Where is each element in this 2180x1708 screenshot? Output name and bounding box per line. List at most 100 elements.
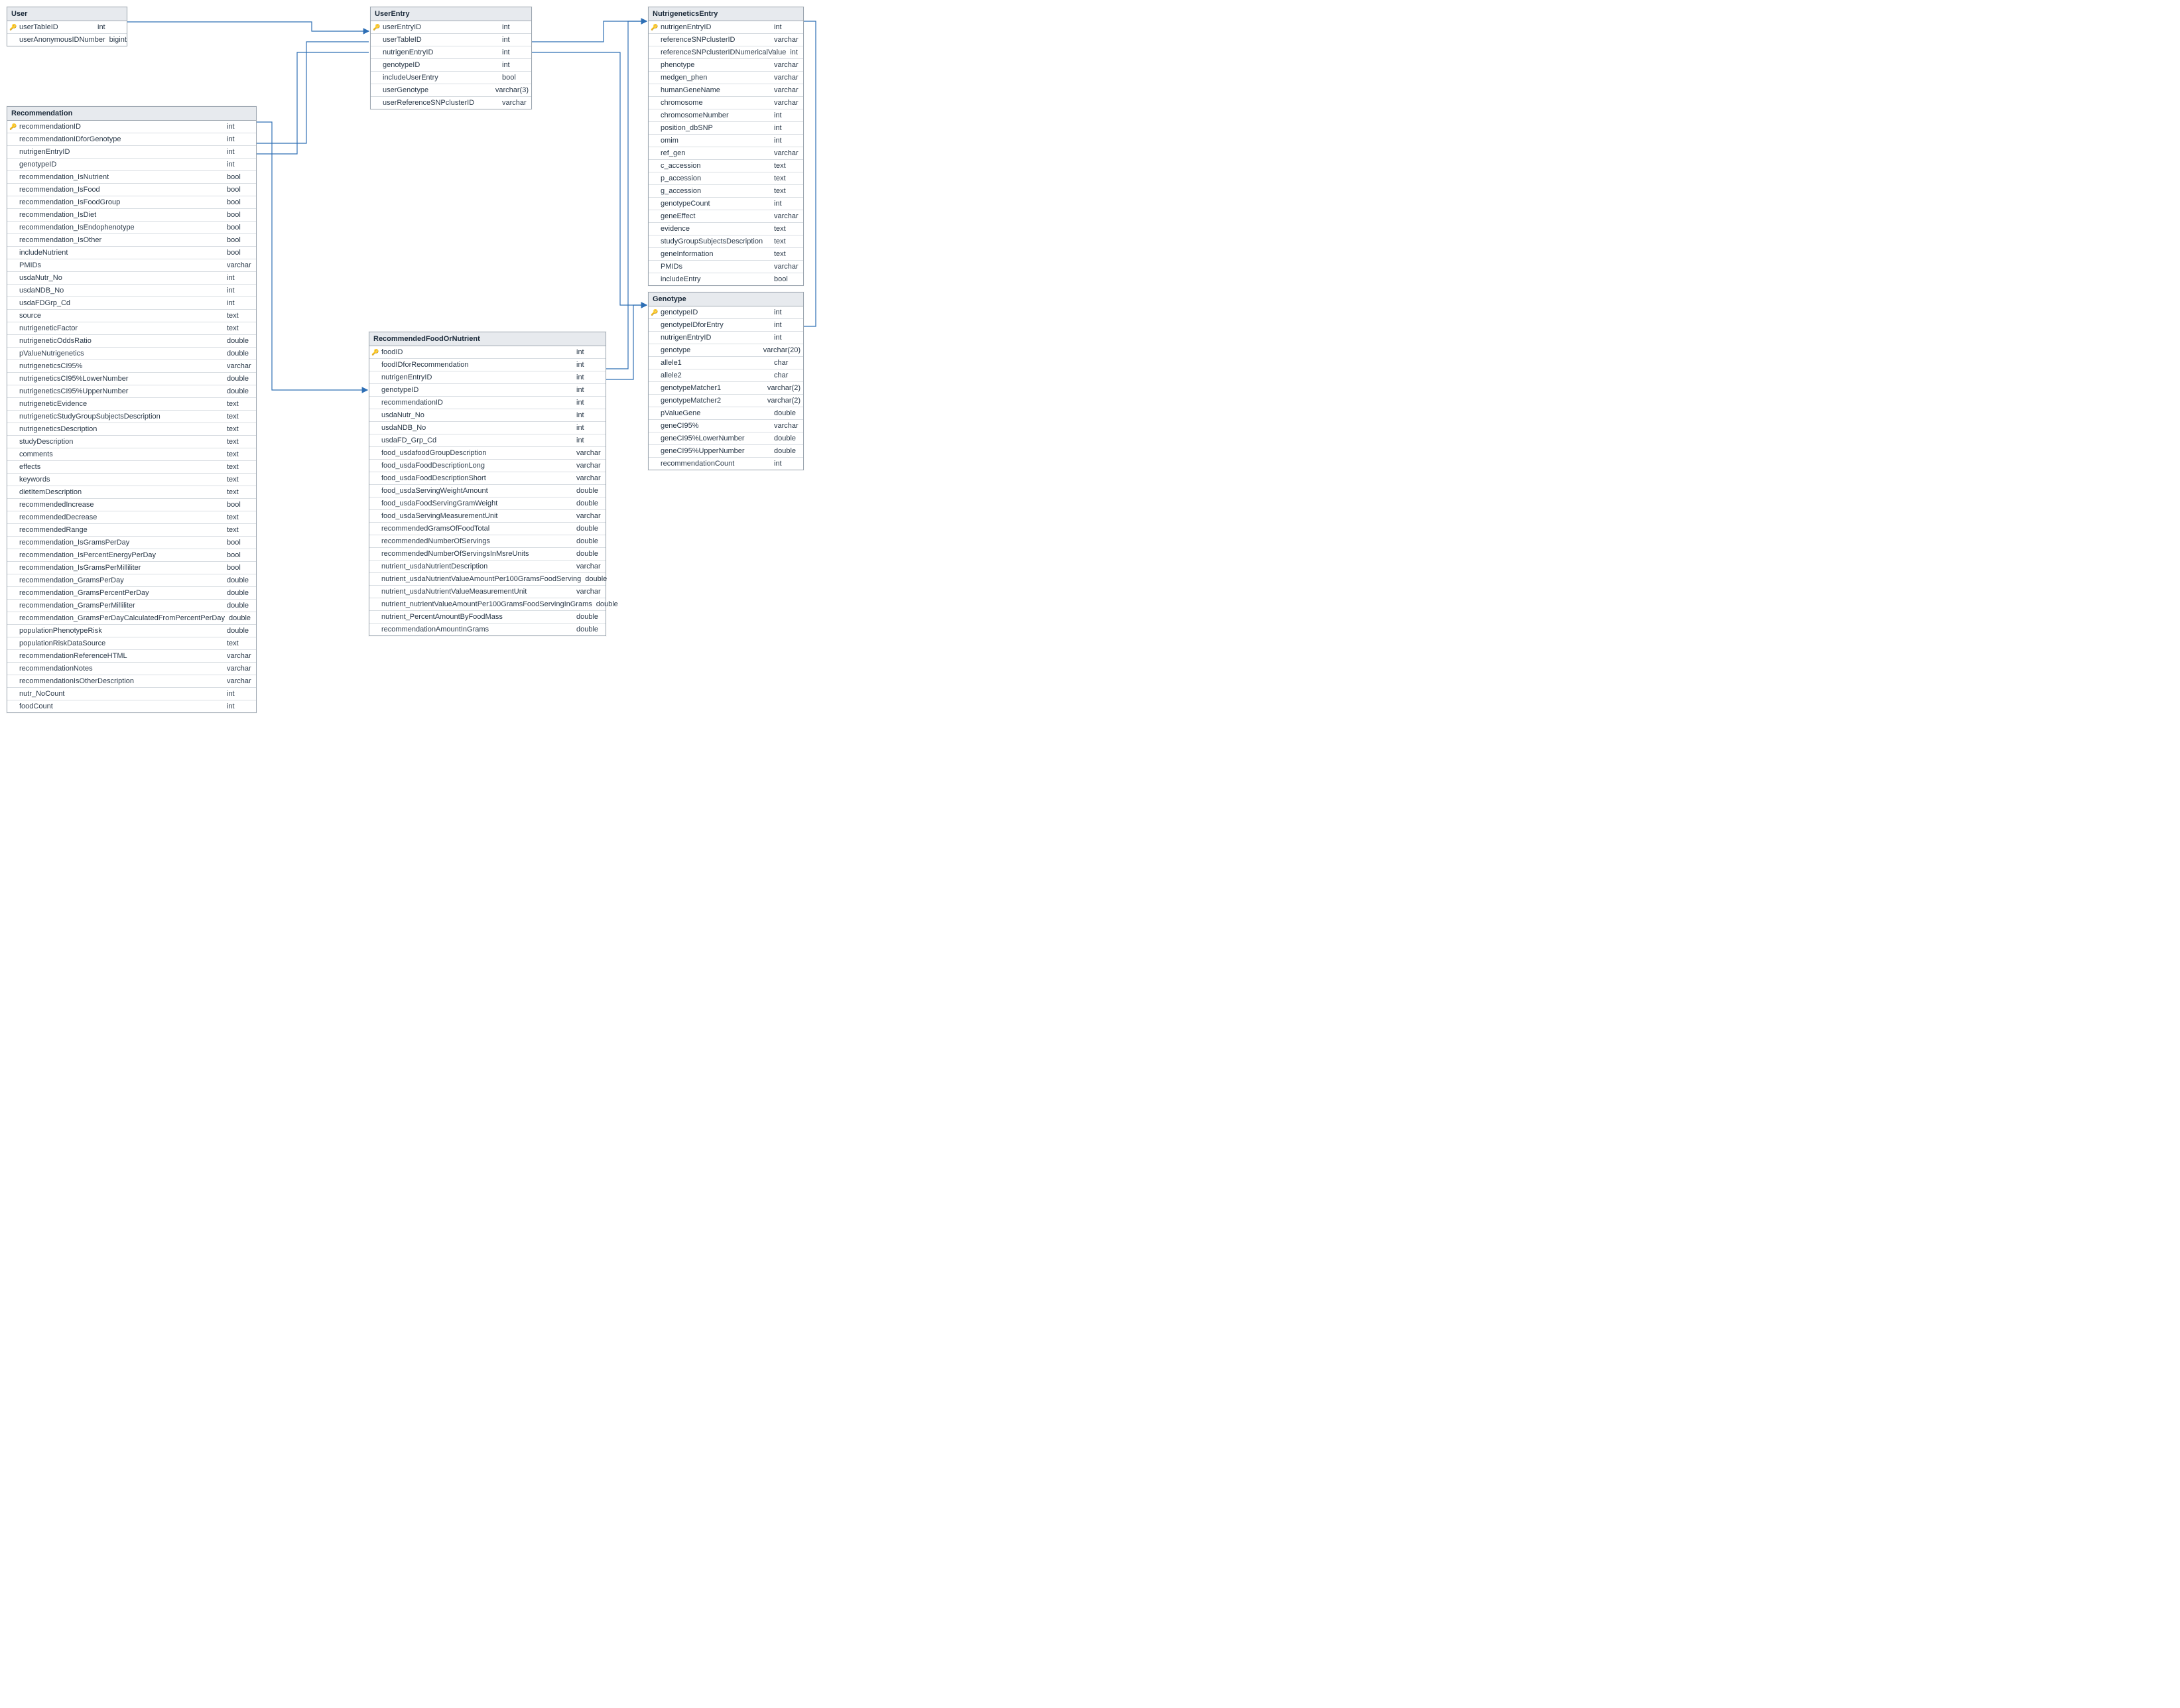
field-row[interactable]: commentstext	[7, 448, 256, 461]
field-row[interactable]: recommendationCountint	[649, 458, 803, 470]
field-row[interactable]: foodCountint	[7, 700, 256, 712]
entity-header[interactable]: User	[7, 7, 127, 21]
field-row[interactable]: nutrient_usdaNutrientValueMeasurementUni…	[369, 586, 606, 598]
field-row[interactable]: genotypevarchar(20)	[649, 344, 803, 357]
field-row[interactable]: usdaNutr_Noint	[7, 272, 256, 285]
field-row[interactable]: userTableIDint	[371, 34, 531, 46]
entity-header[interactable]: Genotype	[649, 293, 803, 306]
field-row[interactable]: 🔑genotypeIDint	[649, 306, 803, 319]
field-row[interactable]: nutrigeneticEvidencetext	[7, 398, 256, 411]
field-row[interactable]: nutrigenEntryIDint	[7, 146, 256, 159]
field-row[interactable]: nutrigeneticsCI95%UpperNumberdouble	[7, 385, 256, 398]
entity-userEntry[interactable]: UserEntry🔑userEntryIDintuserTableIDintnu…	[370, 7, 532, 109]
field-row[interactable]: evidencetext	[649, 223, 803, 235]
field-row[interactable]: 🔑userTableIDint	[7, 21, 127, 34]
field-row[interactable]: nutrigenEntryIDint	[649, 332, 803, 344]
field-row[interactable]: geneCI95%UpperNumberdouble	[649, 445, 803, 458]
field-row[interactable]: food_usdaFoodServingGramWeightdouble	[369, 497, 606, 510]
field-row[interactable]: recommendation_GramsPerMilliliterdouble	[7, 600, 256, 612]
field-row[interactable]: food_usdafoodGroupDescriptionvarchar	[369, 447, 606, 460]
field-row[interactable]: nutrigeneticsCI95%LowerNumberdouble	[7, 373, 256, 385]
field-row[interactable]: genotypeIDint	[7, 159, 256, 171]
field-row[interactable]: allele1char	[649, 357, 803, 369]
field-row[interactable]: genotypeCountint	[649, 198, 803, 210]
field-row[interactable]: pValueNutrigeneticsdouble	[7, 348, 256, 360]
field-row[interactable]: includeNutrientbool	[7, 247, 256, 259]
field-row[interactable]: nutrigenEntryIDint	[369, 371, 606, 384]
field-row[interactable]: nutrigeneticsDescriptiontext	[7, 423, 256, 436]
field-row[interactable]: referenceSNPclusterIDvarchar	[649, 34, 803, 46]
field-row[interactable]: recommendedNumberOfServingsInMsreUnitsdo…	[369, 548, 606, 560]
field-row[interactable]: nutrigeneticOddsRatiodouble	[7, 335, 256, 348]
field-row[interactable]: 🔑foodIDint	[369, 346, 606, 359]
entity-genotype[interactable]: Genotype🔑genotypeIDintgenotypeIDforEntry…	[648, 292, 804, 470]
field-row[interactable]: recommendationIDint	[369, 397, 606, 409]
field-row[interactable]: humanGeneNamevarchar	[649, 84, 803, 97]
field-row[interactable]: keywordstext	[7, 474, 256, 486]
field-row[interactable]: referenceSNPclusterIDNumericalValueint	[649, 46, 803, 59]
field-row[interactable]: recommendedIncreasebool	[7, 499, 256, 511]
field-row[interactable]: nutrigenEntryIDint	[371, 46, 531, 59]
field-row[interactable]: position_dbSNPint	[649, 122, 803, 135]
field-row[interactable]: recommendation_IsFoodGroupbool	[7, 196, 256, 209]
field-row[interactable]: studyGroupSubjectsDescriptiontext	[649, 235, 803, 248]
field-row[interactable]: nutrient_nutrientValueAmountPer100GramsF…	[369, 598, 606, 611]
field-row[interactable]: recommendedGramsOfFoodTotaldouble	[369, 523, 606, 535]
field-row[interactable]: recommendation_GramsPerDaydouble	[7, 574, 256, 587]
field-row[interactable]: recommendedDecreasetext	[7, 511, 256, 524]
field-row[interactable]: 🔑userEntryIDint	[371, 21, 531, 34]
field-row[interactable]: studyDescriptiontext	[7, 436, 256, 448]
field-row[interactable]: geneCI95%varchar	[649, 420, 803, 432]
field-row[interactable]: recommendationIDforGenotypeint	[7, 133, 256, 146]
field-row[interactable]: recommendation_IsNutrientbool	[7, 171, 256, 184]
field-row[interactable]: recommendation_GramsPercentPerDaydouble	[7, 587, 256, 600]
field-row[interactable]: recommendation_IsFoodbool	[7, 184, 256, 196]
field-row[interactable]: recommendation_IsDietbool	[7, 209, 256, 222]
field-row[interactable]: allele2char	[649, 369, 803, 382]
field-row[interactable]: recommendationAmountInGramsdouble	[369, 624, 606, 635]
entity-header[interactable]: UserEntry	[371, 7, 531, 21]
field-row[interactable]: foodIDforRecommendationint	[369, 359, 606, 371]
field-row[interactable]: genotypeMatcher1varchar(2)	[649, 382, 803, 395]
field-row[interactable]: g_accessiontext	[649, 185, 803, 198]
field-row[interactable]: recommendedNumberOfServingsdouble	[369, 535, 606, 548]
field-row[interactable]: c_accessiontext	[649, 160, 803, 172]
field-row[interactable]: usdaNDB_Noint	[369, 422, 606, 434]
entity-recommendation[interactable]: Recommendation🔑recommendationIDintrecomm…	[7, 106, 257, 713]
field-row[interactable]: userReferenceSNPclusterIDvarchar	[371, 97, 531, 109]
field-row[interactable]: usdaFDGrp_Cdint	[7, 297, 256, 310]
field-row[interactable]: includeEntrybool	[649, 273, 803, 285]
field-row[interactable]: recommendation_IsPercentEnergyPerDaybool	[7, 549, 256, 562]
field-row[interactable]: genotypeIDforEntryint	[649, 319, 803, 332]
field-row[interactable]: genotypeMatcher2varchar(2)	[649, 395, 803, 407]
field-row[interactable]: includeUserEntrybool	[371, 72, 531, 84]
field-row[interactable]: food_usdaServingWeightAmountdouble	[369, 485, 606, 497]
field-row[interactable]: nutrient_usdaNutrientValueAmountPer100Gr…	[369, 573, 606, 586]
entity-header[interactable]: Recommendation	[7, 107, 256, 121]
entity-header[interactable]: NutrigeneticsEntry	[649, 7, 803, 21]
field-row[interactable]: userAnonymousIDNumberbigint	[7, 34, 127, 46]
entity-header[interactable]: RecommendedFoodOrNutrient	[369, 332, 606, 346]
field-row[interactable]: PMIDsvarchar	[649, 261, 803, 273]
field-row[interactable]: food_usdaServingMeasurementUnitvarchar	[369, 510, 606, 523]
field-row[interactable]: nutrient_PercentAmountByFoodMassdouble	[369, 611, 606, 624]
field-row[interactable]: nutrient_usdaNutrientDescriptionvarchar	[369, 560, 606, 573]
field-row[interactable]: recommendation_IsGramsPerDaybool	[7, 537, 256, 549]
field-row[interactable]: genotypeIDint	[371, 59, 531, 72]
field-row[interactable]: usdaFD_Grp_Cdint	[369, 434, 606, 447]
field-row[interactable]: userGenotypevarchar(3)	[371, 84, 531, 97]
entity-nutrigenetics[interactable]: NutrigeneticsEntry🔑nutrigenEntryIDintref…	[648, 7, 804, 286]
field-row[interactable]: p_accessiontext	[649, 172, 803, 185]
field-row[interactable]: nutrigeneticsCI95%varchar	[7, 360, 256, 373]
field-row[interactable]: populationRiskDataSourcetext	[7, 637, 256, 650]
field-row[interactable]: phenotypevarchar	[649, 59, 803, 72]
field-row[interactable]: geneEffectvarchar	[649, 210, 803, 223]
field-row[interactable]: recommendationNotesvarchar	[7, 663, 256, 675]
field-row[interactable]: geneCI95%LowerNumberdouble	[649, 432, 803, 445]
field-row[interactable]: chromosomeNumberint	[649, 109, 803, 122]
field-row[interactable]: omimint	[649, 135, 803, 147]
field-row[interactable]: dietItemDescriptiontext	[7, 486, 256, 499]
entity-recommendedFood[interactable]: RecommendedFoodOrNutrient🔑foodIDintfoodI…	[369, 332, 606, 636]
field-row[interactable]: sourcetext	[7, 310, 256, 322]
field-row[interactable]: genotypeIDint	[369, 384, 606, 397]
